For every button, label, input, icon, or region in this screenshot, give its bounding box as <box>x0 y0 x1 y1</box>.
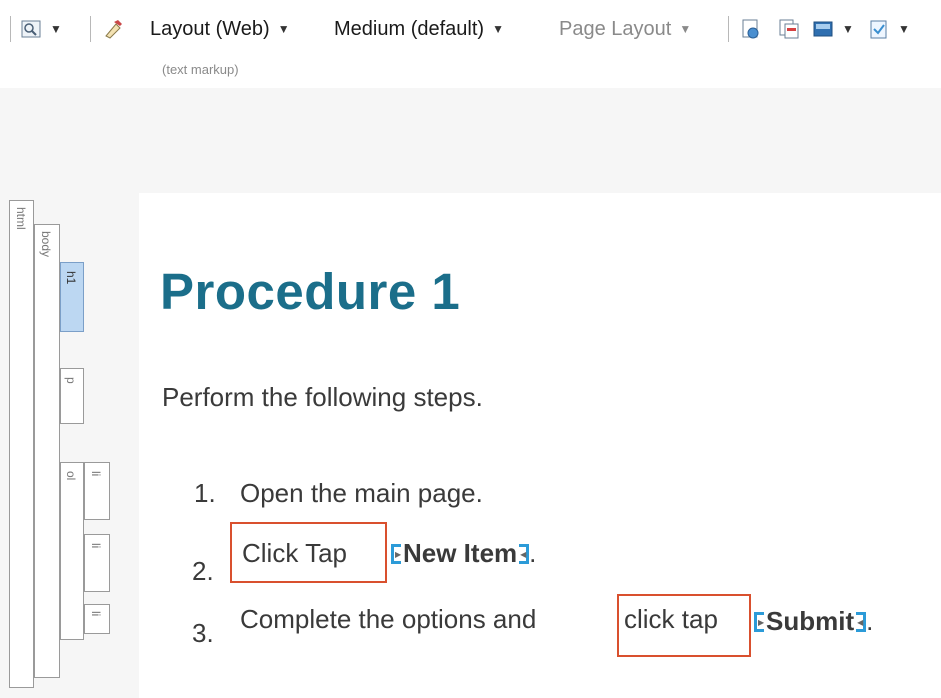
tag-label-li: li <box>89 611 103 617</box>
show-tags-button[interactable] <box>740 14 762 44</box>
step-number: 2. <box>192 556 214 586</box>
tag-label-h1: h1 <box>64 271 78 285</box>
snippet-button[interactable]: ▼ <box>868 14 910 44</box>
ui-label-new-item: New Item <box>403 538 518 568</box>
toolbar-separator <box>10 16 11 42</box>
step-text[interactable]: Complete the options and <box>240 604 536 635</box>
tag-bar-p[interactable]: p <box>60 368 84 424</box>
step-text[interactable]: Open the main page. <box>240 478 483 509</box>
view-mode-caption: (text markup) <box>162 62 239 77</box>
tag-bar-li[interactable]: li <box>84 462 110 520</box>
medium-dropdown-label: Medium (default) <box>334 17 485 40</box>
medium-dropdown[interactable]: Medium (default) ▼ <box>334 14 504 44</box>
chevron-down-icon: ▼ <box>277 22 290 36</box>
tag-bar-li[interactable]: li <box>84 604 110 634</box>
step-text[interactable]: Click Tap <box>242 538 347 569</box>
span-end-marker-icon: ◀ <box>856 612 867 632</box>
preview-button[interactable]: ▼ <box>20 14 62 44</box>
image-button[interactable]: ▼ <box>812 14 854 44</box>
ui-label-span[interactable]: ▶ Submit ◀. <box>754 606 873 637</box>
tag-bar-body[interactable]: body <box>34 224 60 678</box>
intro-paragraph[interactable]: Perform the following steps. <box>162 382 483 413</box>
tag-label-li: li <box>89 471 103 477</box>
step-number: 3. <box>192 618 214 648</box>
pen-markup-icon <box>105 20 122 39</box>
markup-tool-button[interactable] <box>102 14 124 44</box>
page-layout-dropdown[interactable]: Page Layout ▼ <box>559 14 691 44</box>
image-icon <box>813 21 833 37</box>
page-layout-dropdown-label: Page Layout <box>559 17 672 40</box>
span-end-marker-icon: ◀ <box>519 544 530 564</box>
tag-bar-ol[interactable]: ol <box>60 462 84 640</box>
span-start-marker-icon: ▶ <box>391 544 401 564</box>
globe-page-icon <box>742 19 759 39</box>
magnifier-page-icon <box>21 20 41 38</box>
toolbar-separator <box>90 16 91 42</box>
layout-dropdown[interactable]: Layout (Web) ▼ <box>150 14 290 44</box>
editor-margin-top <box>0 88 941 193</box>
highlight-button[interactable] <box>778 14 800 44</box>
step-text[interactable]: click tap <box>624 604 718 635</box>
chevron-down-icon[interactable]: ▼ <box>50 22 62 36</box>
tag-label-ol: ol <box>64 471 78 481</box>
toolbar-separator <box>728 16 729 42</box>
chevron-down-icon[interactable]: ▼ <box>842 22 854 36</box>
step-trailing-punct: . <box>529 538 537 568</box>
toolbar: ▼ Layout (Web) ▼ Medium (default) ▼ Page… <box>0 0 941 60</box>
tag-label-p: p <box>64 377 78 384</box>
tag-bar-html[interactable]: html <box>9 200 34 688</box>
tag-bar-h1[interactable]: h1 <box>60 262 84 332</box>
span-start-marker-icon: ▶ <box>754 612 764 632</box>
step-trailing-punct: . <box>866 606 874 636</box>
chevron-down-icon: ▼ <box>679 22 692 36</box>
tag-label-li: li <box>89 543 103 549</box>
tag-label-html: html <box>14 207 28 230</box>
layout-dropdown-label: Layout (Web) <box>150 17 270 40</box>
page-check-icon <box>870 20 887 39</box>
chevron-down-icon: ▼ <box>492 22 504 36</box>
ui-label-span[interactable]: ▶ New Item ◀. <box>391 538 536 569</box>
chevron-down-icon[interactable]: ▼ <box>898 22 910 36</box>
page-heading[interactable]: Procedure 1 <box>160 262 460 321</box>
tag-label-body: body <box>39 231 53 258</box>
pages-highlight-icon <box>779 19 799 39</box>
tag-bar-li[interactable]: li <box>84 534 110 592</box>
step-number: 1. <box>194 478 216 508</box>
ui-label-submit: Submit <box>766 606 855 636</box>
